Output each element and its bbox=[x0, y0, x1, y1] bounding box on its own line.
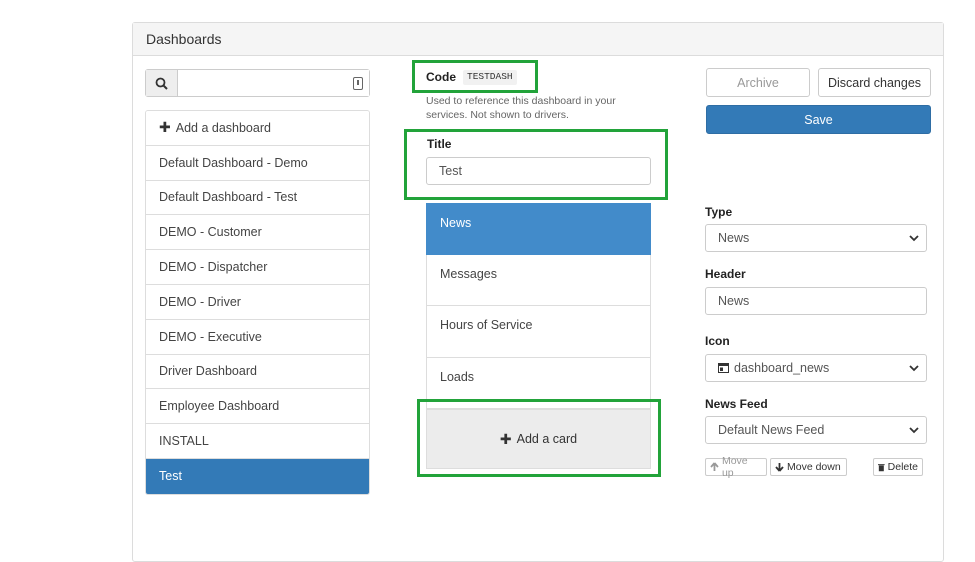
move-up-label: Move up bbox=[721, 455, 748, 479]
card-item[interactable]: Messages bbox=[426, 254, 651, 307]
arrow-down-icon bbox=[775, 463, 784, 472]
code-label: Code bbox=[426, 70, 456, 84]
panel-title: Dashboards bbox=[133, 23, 943, 56]
discard-changes-button[interactable]: Discard changes bbox=[818, 68, 931, 97]
news-feed-value: Default News Feed bbox=[718, 423, 825, 437]
type-label: Type bbox=[705, 205, 733, 219]
arrow-up-icon bbox=[710, 462, 719, 471]
add-dashboard-label: Add a dashboard bbox=[175, 120, 271, 135]
list-item[interactable]: DEMO - Customer bbox=[146, 215, 369, 251]
title-label: Title bbox=[427, 137, 452, 151]
highlight-box-add-card bbox=[417, 399, 661, 477]
type-select[interactable]: News bbox=[705, 224, 927, 252]
news-feed-select[interactable]: Default News Feed bbox=[705, 416, 927, 444]
list-item[interactable]: DEMO - Driver bbox=[146, 284, 369, 320]
card-item-selected[interactable]: News bbox=[426, 203, 651, 255]
icon-select[interactable]: dashboard_news bbox=[705, 354, 927, 382]
dashboard-news-icon bbox=[718, 363, 729, 373]
list-item[interactable]: Driver Dashboard bbox=[146, 354, 369, 390]
search-button[interactable] bbox=[146, 70, 178, 96]
chevron-down-icon bbox=[909, 235, 919, 242]
list-item-selected[interactable]: Test bbox=[146, 458, 369, 494]
code-help-text: Used to reference this dashboard in your… bbox=[426, 95, 616, 121]
search-input[interactable] bbox=[178, 70, 369, 96]
add-dashboard-button[interactable]: ✚ Add a dashboard bbox=[146, 111, 369, 146]
list-item[interactable]: Employee Dashboard bbox=[146, 389, 369, 425]
list-item[interactable]: Default Dashboard - Test bbox=[146, 180, 369, 216]
list-item[interactable]: INSTALL bbox=[146, 424, 369, 459]
delete-label: Delete bbox=[887, 461, 918, 473]
type-value: News bbox=[718, 231, 750, 245]
header-label: Header bbox=[705, 267, 746, 281]
card-item[interactable]: Hours of Service bbox=[426, 306, 651, 358]
icon-value: dashboard_news bbox=[734, 361, 830, 375]
code-value: TESTDASH bbox=[463, 70, 517, 85]
delete-button[interactable]: Delete bbox=[873, 458, 923, 476]
list-item[interactable]: DEMO - Executive bbox=[146, 319, 369, 355]
move-down-label: Move down bbox=[787, 461, 841, 473]
header-input[interactable]: News bbox=[705, 287, 927, 315]
icon-label: Icon bbox=[705, 334, 730, 348]
password-manager-icon[interactable] bbox=[353, 77, 363, 90]
plus-icon: ✚ bbox=[159, 119, 171, 136]
chevron-down-icon bbox=[909, 427, 919, 434]
move-down-button[interactable]: Move down bbox=[770, 458, 847, 476]
header-value: News bbox=[718, 294, 750, 308]
search-group bbox=[145, 69, 370, 97]
title-input[interactable] bbox=[426, 157, 651, 185]
move-up-button[interactable]: Move up bbox=[705, 455, 767, 479]
list-item[interactable]: DEMO - Dispatcher bbox=[146, 250, 369, 285]
save-button[interactable]: Save bbox=[706, 105, 931, 134]
news-feed-label: News Feed bbox=[705, 397, 768, 411]
chevron-down-icon bbox=[909, 365, 919, 372]
search-icon bbox=[155, 77, 168, 90]
archive-button[interactable]: Archive bbox=[706, 68, 810, 97]
trash-icon bbox=[878, 463, 885, 471]
list-item[interactable]: Default Dashboard - Demo bbox=[146, 145, 369, 181]
dashboard-list: ✚ Add a dashboard Default Dashboard - De… bbox=[145, 110, 370, 495]
card-list: News Messages Hours of Service Loads bbox=[426, 203, 651, 410]
